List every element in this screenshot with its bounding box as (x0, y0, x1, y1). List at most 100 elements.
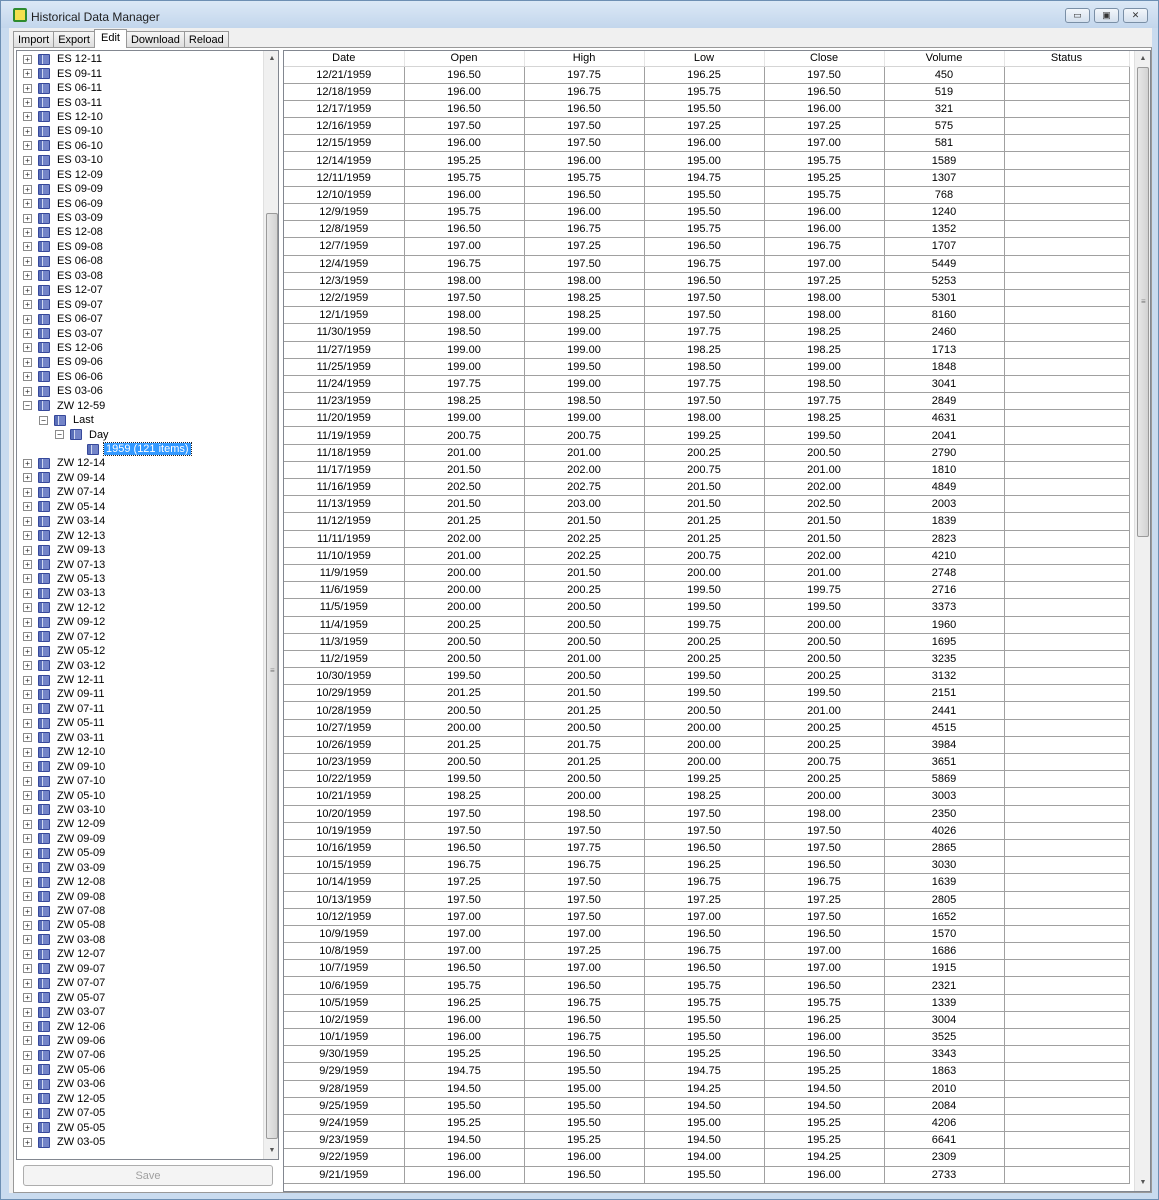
tree-node-label[interactable]: ZW 05-07 (55, 992, 107, 1004)
expand-icon[interactable]: + (23, 227, 32, 237)
cell-high[interactable]: 201.50 (524, 684, 645, 703)
cell-open[interactable]: 202.00 (404, 530, 525, 548)
tree-node[interactable]: + ES 09-09 (17, 182, 265, 196)
tree-node[interactable]: + ES 06-06 (17, 370, 265, 384)
data-grid[interactable]: Date Open High Low Close Volume Status 12/21/1… (283, 50, 1151, 1192)
cell-open[interactable]: 197.00 (404, 237, 525, 256)
tree-node-label[interactable]: 1959 (121 items) (103, 442, 192, 457)
tree-node[interactable]: + ES 06-11 (17, 81, 265, 95)
cell-volume[interactable]: 768 (884, 186, 1005, 205)
cell-high[interactable]: 197.50 (524, 873, 645, 892)
cell-open[interactable]: 196.50 (404, 100, 525, 119)
tree-node-label[interactable]: ZW 12-06 (55, 1021, 107, 1033)
tree-node-label[interactable]: ES 12-07 (55, 284, 105, 296)
cell-open[interactable]: 195.25 (404, 1045, 525, 1064)
tree-node[interactable]: + ZW 12-13 (17, 528, 265, 542)
tree-node[interactable]: + ES 12-10 (17, 110, 265, 124)
save-button[interactable]: Save (23, 1165, 273, 1186)
cell-high[interactable]: 201.25 (524, 701, 645, 720)
expand-icon[interactable]: + (23, 83, 32, 93)
cell-high[interactable]: 200.50 (524, 633, 645, 651)
cell-volume[interactable]: 5253 (884, 272, 1005, 290)
cell-high[interactable]: 196.00 (524, 1148, 645, 1167)
cell-open[interactable]: 201.50 (404, 461, 525, 480)
expand-icon[interactable]: + (23, 343, 32, 353)
tree-node-label[interactable]: ZW 09-10 (55, 761, 107, 773)
cell-status[interactable] (1004, 392, 1130, 411)
table-row[interactable]: 12/16/1959 197.50 197.50 197.25 197.25 575 (284, 117, 1130, 136)
cell-status[interactable] (1004, 1131, 1130, 1150)
cell-volume[interactable]: 5869 (884, 770, 1005, 789)
cell-date[interactable]: 10/6/1959 (284, 976, 405, 995)
cell-close[interactable]: 200.00 (764, 616, 885, 634)
table-row[interactable]: 10/21/1959 198.25 200.00 198.25 200.00 3003 (284, 787, 1130, 806)
tree-node-label[interactable]: ZW 05-06 (55, 1064, 107, 1076)
table-row[interactable]: 10/23/1959 200.50 201.25 200.00 200.75 3651 (284, 753, 1130, 772)
cell-volume[interactable]: 5449 (884, 255, 1005, 273)
cell-open[interactable]: 199.00 (404, 409, 525, 428)
tree-node[interactable]: + ES 12-11 (17, 52, 265, 66)
cell-close[interactable]: 202.00 (764, 478, 885, 497)
cell-date[interactable]: 10/16/1959 (284, 839, 405, 858)
expand-icon[interactable]: + (23, 516, 32, 526)
expand-icon[interactable]: + (23, 1094, 32, 1104)
tree-node-label[interactable]: ZW 05-05 (55, 1122, 107, 1134)
cell-status[interactable] (1004, 237, 1130, 256)
cell-open[interactable]: 195.25 (404, 1114, 525, 1133)
cell-high[interactable]: 201.75 (524, 736, 645, 755)
tree-node-label[interactable]: ZW 07-11 (55, 703, 106, 715)
cell-status[interactable] (1004, 100, 1130, 119)
cell-high[interactable]: 200.50 (524, 598, 645, 617)
cell-volume[interactable]: 4515 (884, 719, 1005, 737)
tree-node-label[interactable]: ZW 03-12 (55, 660, 107, 672)
tree-node[interactable]: + ZW 03-09 (17, 861, 265, 875)
cell-date[interactable]: 12/18/1959 (284, 83, 405, 101)
cell-date[interactable]: 12/21/1959 (284, 66, 405, 84)
cell-high[interactable]: 196.50 (524, 976, 645, 995)
cell-high[interactable]: 196.00 (524, 203, 645, 222)
cell-date[interactable]: 11/24/1959 (284, 375, 405, 394)
cell-close[interactable]: 196.50 (764, 83, 885, 101)
cell-open[interactable]: 200.00 (404, 581, 525, 600)
cell-low[interactable]: 194.00 (644, 1148, 765, 1167)
table-row[interactable]: 11/6/1959 200.00 200.25 199.50 199.75 2716 (284, 581, 1130, 600)
tree-node[interactable]: + ZW 07-05 (17, 1106, 265, 1120)
cell-open[interactable]: 196.50 (404, 220, 525, 239)
cell-close[interactable]: 198.00 (764, 805, 885, 823)
tree-node[interactable]: + ES 03-06 (17, 384, 265, 398)
cell-open[interactable]: 202.50 (404, 478, 525, 497)
cell-close[interactable]: 201.50 (764, 512, 885, 531)
expand-icon[interactable]: + (23, 386, 32, 396)
cell-low[interactable]: 197.50 (644, 805, 765, 823)
cell-low[interactable]: 196.75 (644, 942, 765, 961)
expand-icon[interactable]: + (23, 256, 32, 266)
table-row[interactable]: 10/7/1959 196.50 197.00 196.50 197.00 1915 (284, 959, 1130, 978)
cell-status[interactable] (1004, 409, 1130, 428)
cell-low[interactable]: 197.75 (644, 375, 765, 394)
tree-node-label[interactable]: ZW 12-09 (55, 818, 107, 830)
maximize-button[interactable]: ▣ (1094, 8, 1119, 23)
tree-node-label[interactable]: ZW 09-08 (55, 891, 107, 903)
cell-high[interactable]: 201.50 (524, 564, 645, 583)
expand-icon[interactable]: + (23, 675, 32, 685)
expand-icon[interactable]: + (23, 1022, 32, 1032)
tree-node[interactable]: + ZW 12-11 (17, 673, 265, 687)
cell-status[interactable] (1004, 1114, 1130, 1133)
tree-node[interactable]: + ES 12-07 (17, 283, 265, 297)
column-header-open[interactable]: Open (404, 51, 525, 67)
cell-low[interactable]: 200.75 (644, 547, 765, 565)
cell-low[interactable]: 194.50 (644, 1131, 765, 1150)
tree-node[interactable]: + ZW 03-11 (17, 731, 265, 745)
tree-node-label[interactable]: ZW 03-09 (55, 862, 107, 874)
cell-date[interactable]: 12/2/1959 (284, 289, 405, 308)
tree-node-label[interactable]: ZW 12-07 (55, 948, 107, 960)
cell-open[interactable]: 199.00 (404, 358, 525, 376)
cell-status[interactable] (1004, 959, 1130, 978)
expand-icon[interactable]: + (23, 560, 32, 570)
cell-date[interactable]: 10/22/1959 (284, 770, 405, 789)
cell-low[interactable]: 196.25 (644, 66, 765, 84)
cell-volume[interactable]: 3651 (884, 753, 1005, 772)
cell-low[interactable]: 197.50 (644, 306, 765, 325)
cell-high[interactable]: 197.50 (524, 255, 645, 273)
cell-high[interactable]: 196.75 (524, 220, 645, 239)
